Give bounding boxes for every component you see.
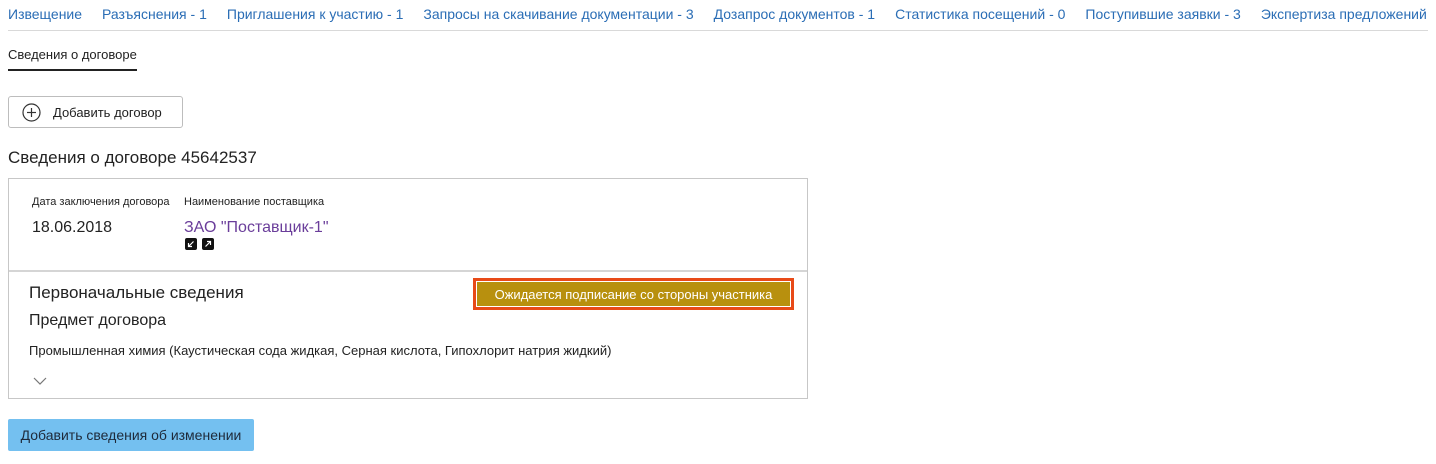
supplier-link[interactable]: ЗАО "Поставщик-1": [184, 219, 329, 237]
tab-proposal-expertise[interactable]: Экспертиза предложений: [1261, 0, 1427, 29]
tab-clarifications[interactable]: Разъяснения - 1: [102, 0, 207, 29]
contract-summary: Дата заключения договора Наименование по…: [9, 179, 807, 272]
date-label: Дата заключения договора: [32, 196, 170, 208]
external-link-icon[interactable]: [202, 238, 214, 250]
tab-notice[interactable]: Извещение: [8, 0, 82, 29]
contract-card: Дата заключения договора Наименование по…: [8, 178, 808, 399]
initial-info-title: Первоначальные сведения: [29, 283, 244, 302]
tab-download-requests[interactable]: Запросы на скачивание документации - 3: [423, 0, 693, 29]
add-contract-button[interactable]: Добавить договор: [8, 96, 183, 128]
chevron-down-icon[interactable]: [33, 373, 47, 385]
contract-date: 18.06.2018: [32, 219, 113, 236]
add-change-info-button[interactable]: Добавить сведения об изменении: [8, 419, 254, 451]
status-badge: Ожидается подписание со стороны участник…: [473, 278, 794, 310]
tab-received-applications[interactable]: Поступившие заявки - 3: [1085, 0, 1240, 29]
add-contract-label: Добавить договор: [53, 104, 162, 120]
tab-contract-info[interactable]: Сведения о договоре: [8, 47, 137, 71]
supplier-label: Наименование поставщика: [184, 196, 325, 208]
top-navigation: Извещение Разъяснения - 1 Приглашения к уч…: [8, 0, 1428, 31]
plus-circle-icon: [22, 102, 41, 122]
edit-arrow-icon[interactable]: [185, 238, 197, 250]
status-text: Ожидается подписание со стороны участник…: [477, 282, 790, 306]
tab-document-requests[interactable]: Дозапрос документов - 1: [714, 0, 875, 29]
tab-visit-statistics[interactable]: Статистика посещений - 0: [895, 0, 1065, 29]
subject-title: Предмет договора: [29, 312, 167, 329]
tab-invitations[interactable]: Приглашения к участию - 1: [227, 0, 404, 29]
contract-section-title: Сведения о договоре 45642537: [8, 148, 257, 167]
subject-text: Промышленная химия (Каустическая сода жи…: [29, 343, 612, 358]
